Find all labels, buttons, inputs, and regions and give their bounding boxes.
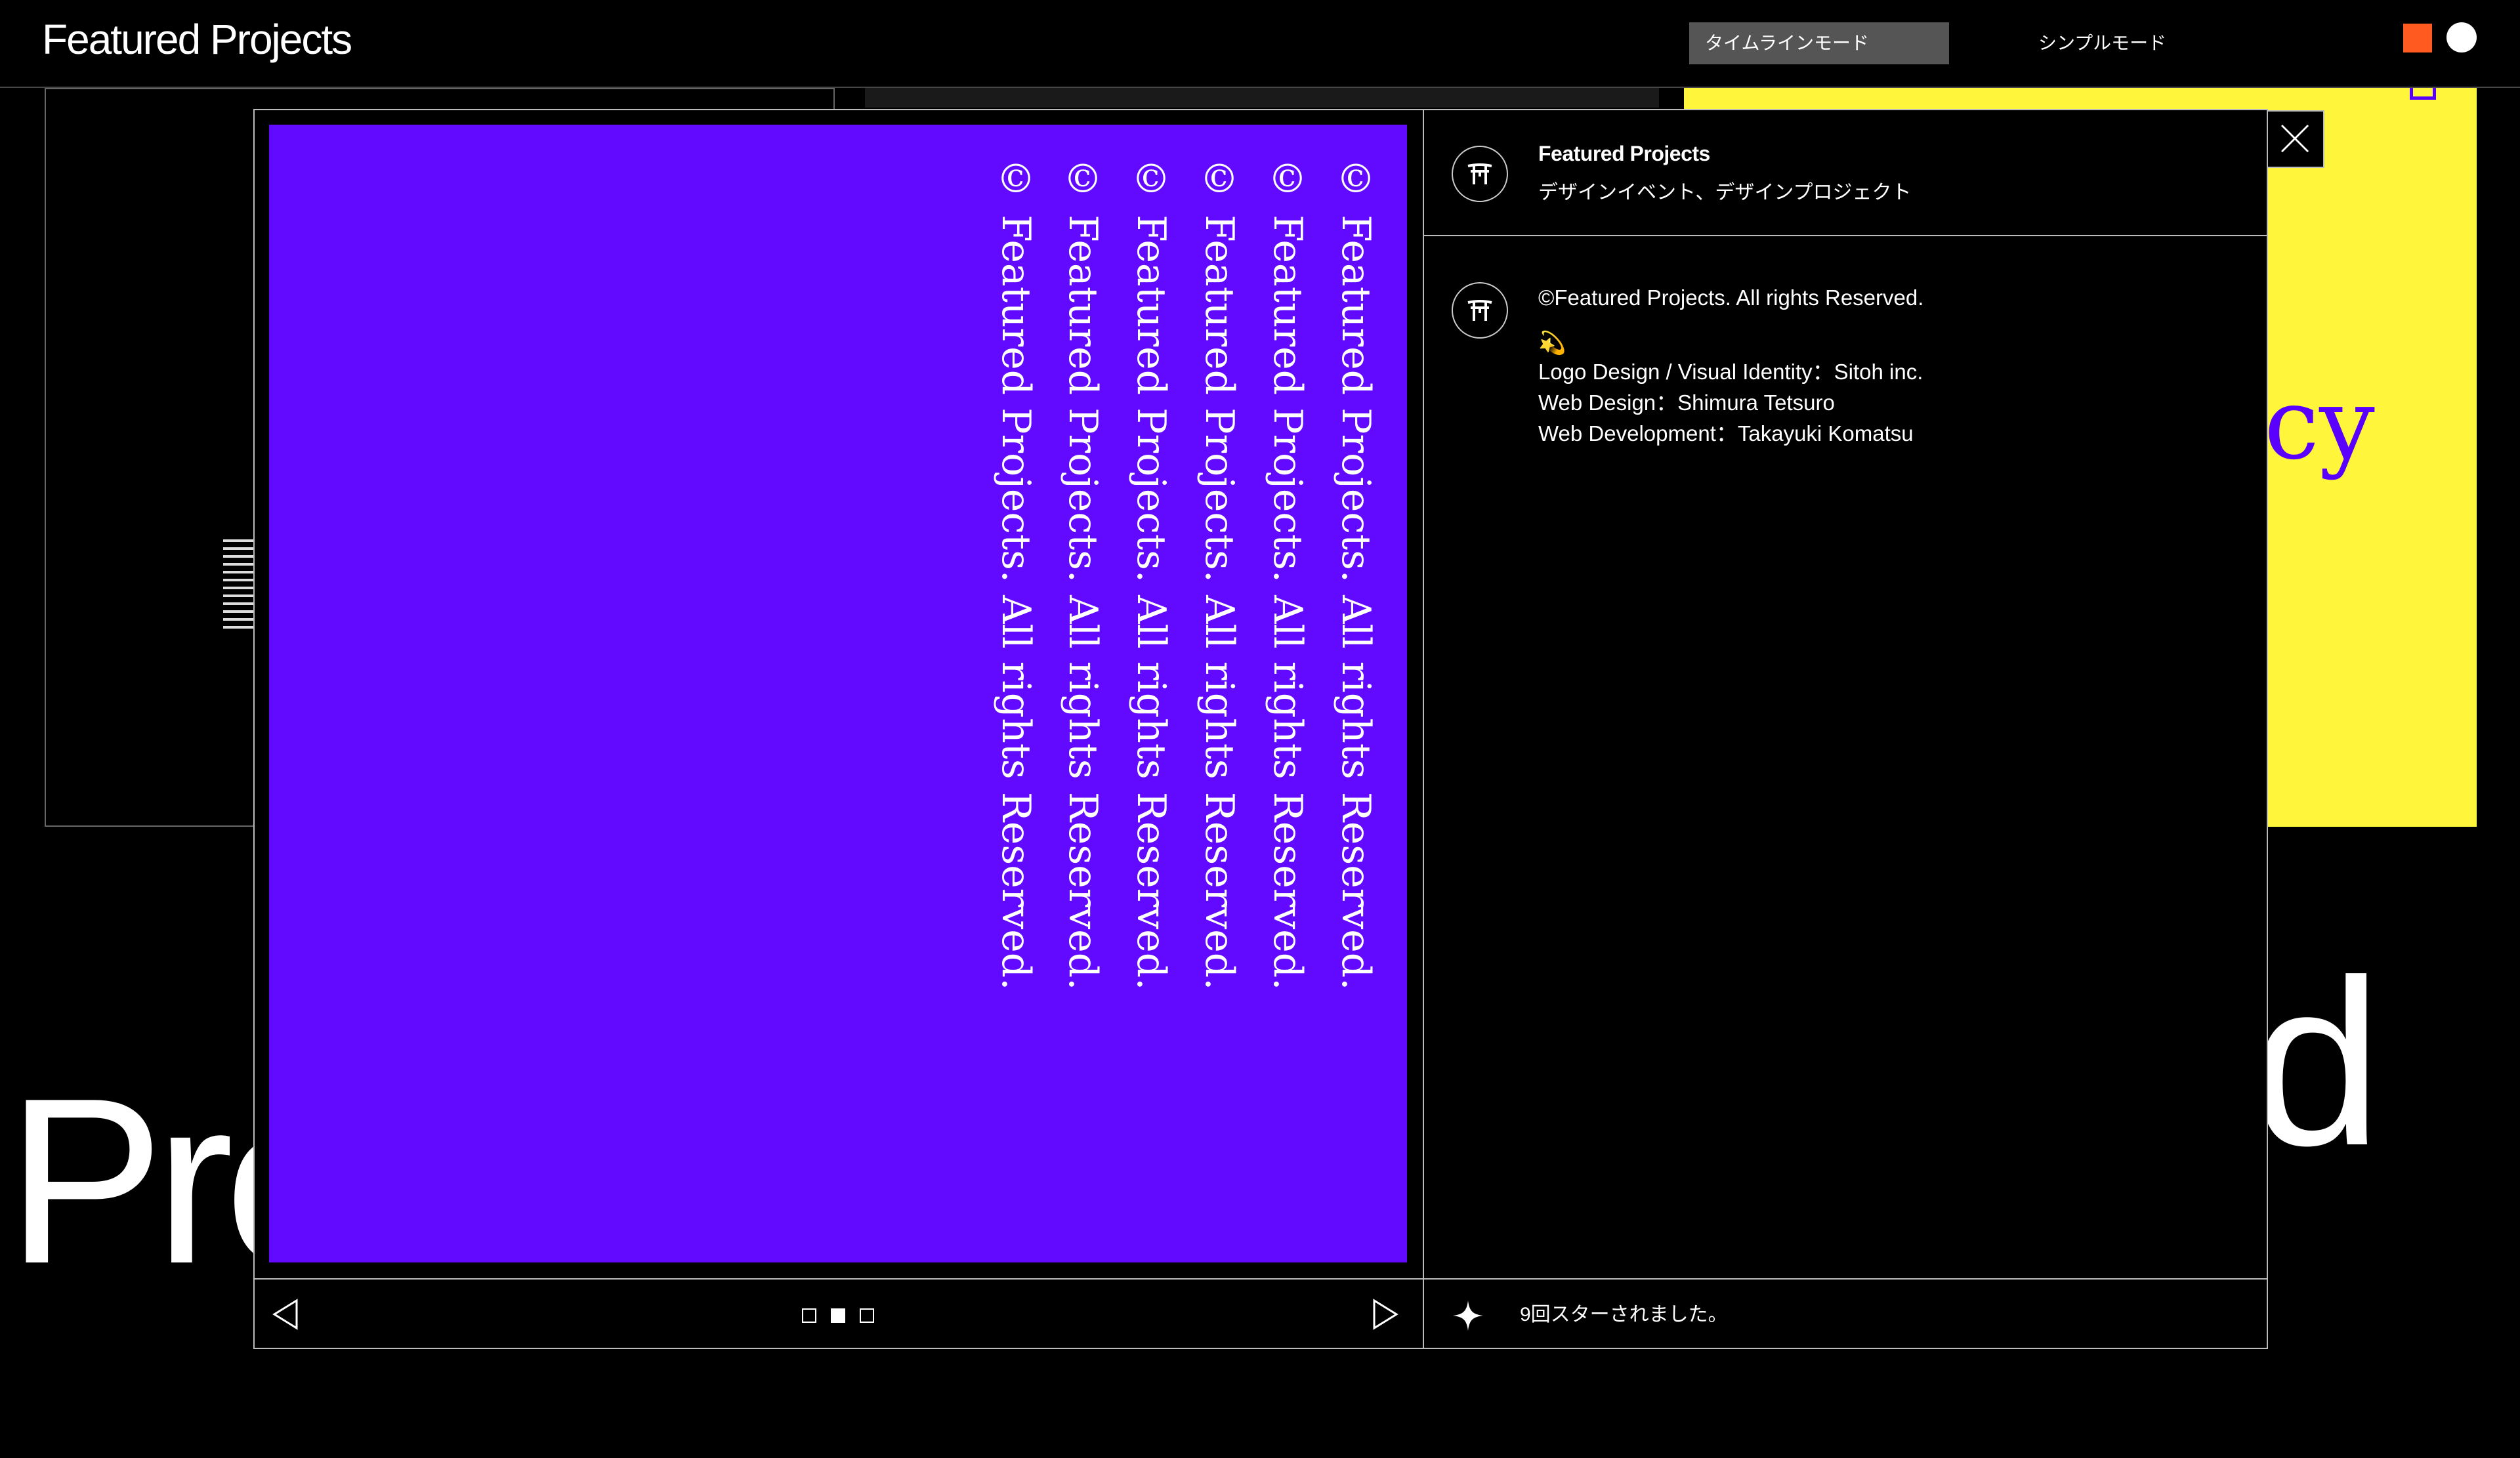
author-avatar[interactable]	[1452, 146, 1508, 202]
copyright-text: ©Featured Projects. All rights Reserved.	[1538, 285, 1924, 310]
slide-dot-1[interactable]	[802, 1308, 816, 1323]
large-heading-right: d	[2251, 931, 2383, 1195]
simple-mode-button[interactable]: シンプルモード	[2023, 22, 2182, 64]
project-description: ©Featured Projects. All rights Reserved.…	[1538, 282, 1923, 449]
author-header: Featured Projects デザインイベント、デザインプロジェクト	[1424, 110, 2268, 236]
author-tagline: デザインイベント、デザインプロジェクト	[1538, 182, 1912, 203]
close-icon	[2280, 124, 2309, 153]
slide-image[interactable]: © Featured Projects. All rights Reserved…	[269, 125, 1407, 1262]
slide-text-line: © Featured Projects. All rights Reserved…	[1128, 156, 1174, 991]
project-info: Featured Projects デザインイベント、デザインプロジェクト ©F…	[1424, 110, 2268, 1278]
slide-viewer: © Featured Projects. All rights Reserved…	[255, 110, 1423, 1278]
timeline-mode-button[interactable]: タイムラインモード	[1689, 22, 1949, 64]
torii-gate-icon	[1467, 300, 1492, 321]
slide-text-line: © Featured Projects. All rights Reserved…	[993, 156, 1039, 991]
site-header: Featured Projects タイムラインモード シンプルモード	[0, 0, 2520, 88]
close-button[interactable]	[2267, 110, 2324, 168]
torii-gate-icon	[1467, 163, 1492, 184]
slide-text-line: © Featured Projects. All rights Reserved…	[1265, 156, 1311, 991]
project-card-middle[interactable]	[865, 88, 1659, 108]
slide-text-line: © Featured Projects. All rights Reserved…	[1333, 156, 1379, 991]
site-logo[interactable]: Featured Projects	[42, 13, 352, 66]
slide-indicator	[802, 1308, 874, 1323]
star-bar: 9回スターされました。	[1424, 1280, 2268, 1349]
credit-line: Logo Design / Visual Identity：Sitoh inc.	[1538, 360, 1923, 384]
theme-orange-swatch[interactable]	[2403, 24, 2432, 52]
slide-text-line: © Featured Projects. All rights Reserved…	[1196, 156, 1242, 991]
slide-text-line: © Featured Projects. All rights Reserved…	[1060, 156, 1106, 991]
credit-line: Web Design：Shimura Tetsuro	[1538, 390, 1835, 415]
slide-dot-3[interactable]	[860, 1308, 874, 1323]
theme-white-swatch[interactable]	[2446, 22, 2477, 52]
previous-arrow-icon[interactable]	[269, 1297, 304, 1332]
next-arrow-icon[interactable]	[1366, 1297, 1402, 1332]
project-card-middle-edge	[833, 88, 835, 108]
yellow-card-text: cy	[2264, 367, 2375, 482]
slide-dot-2[interactable]	[831, 1308, 845, 1323]
sparkle-star-icon[interactable]	[1450, 1298, 1486, 1333]
star-count-text: 9回スターされました。	[1520, 1304, 1728, 1325]
author-name[interactable]: Featured Projects	[1538, 142, 1710, 166]
credit-line: Web Development：Takayuki Komatsu	[1538, 421, 1914, 446]
description-avatar[interactable]	[1452, 282, 1508, 339]
dizzy-emoji: 💫	[1538, 331, 1566, 356]
slide-navigation	[255, 1280, 1423, 1349]
project-modal: © Featured Projects. All rights Reserved…	[253, 109, 2324, 1349]
